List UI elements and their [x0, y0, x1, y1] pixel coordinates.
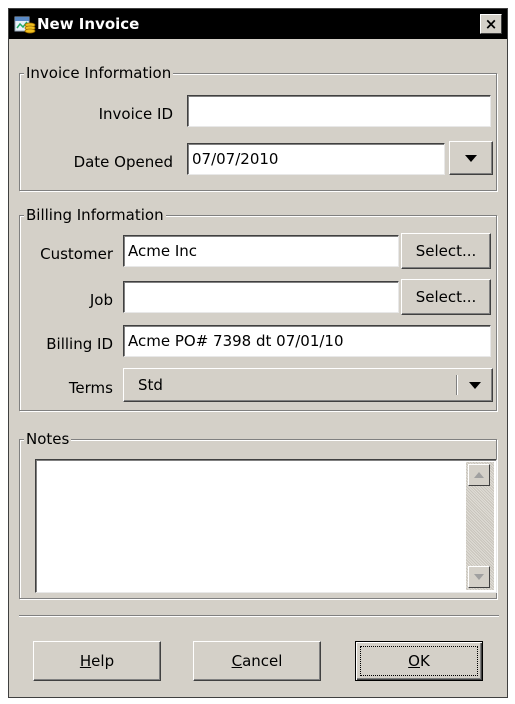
terms-value: Std — [138, 376, 163, 394]
help-mnemonic: H — [79, 652, 92, 670]
chevron-down-icon — [465, 155, 477, 162]
scroll-down-button[interactable] — [468, 566, 490, 588]
chevron-down-icon — [469, 382, 481, 389]
billing-id-field[interactable]: Acme PO# 7398 dt 07/01/10 — [123, 325, 491, 357]
help-button[interactable]: Help — [33, 641, 161, 681]
cancel-label: ancel — [242, 652, 283, 670]
notes-textarea[interactable] — [35, 459, 497, 593]
job-field[interactable] — [123, 281, 399, 313]
cancel-mnemonic: C — [231, 652, 243, 670]
invoice-id-label: Invoice ID — [98, 105, 173, 123]
customer-select-label: Select... — [415, 242, 477, 260]
invoice-information-legend: Invoice Information — [24, 64, 174, 82]
scroll-up-icon — [474, 472, 484, 478]
customer-select-button[interactable]: Select... — [401, 233, 491, 269]
customer-field[interactable]: Acme Inc — [123, 235, 399, 267]
help-label: elp — [91, 652, 115, 670]
invoice-id-field[interactable] — [187, 95, 491, 127]
date-picker-button[interactable] — [449, 141, 493, 175]
terms-dropdown[interactable]: Std — [123, 368, 493, 402]
window-title: New Invoice — [37, 15, 140, 33]
customer-label: Customer — [40, 245, 113, 263]
scroll-up-button[interactable] — [468, 464, 490, 486]
date-opened-field[interactable]: 07/07/2010 — [187, 143, 445, 175]
close-icon: × — [484, 15, 498, 33]
job-select-button[interactable]: Select... — [401, 279, 491, 315]
ok-button[interactable]: OK — [355, 641, 483, 681]
cancel-button[interactable]: Cancel — [193, 641, 321, 681]
terms-dropdown-arrow[interactable] — [458, 369, 492, 401]
ok-focus-rect — [360, 646, 478, 676]
close-button[interactable]: × — [480, 14, 502, 34]
job-select-label: Select... — [415, 288, 477, 306]
billing-id-label: Billing ID — [46, 335, 113, 353]
notes-legend: Notes — [24, 430, 72, 448]
billing-information-legend: Billing Information — [24, 206, 166, 224]
invoice-app-icon — [14, 15, 36, 35]
date-opened-label: Date Opened — [73, 153, 173, 171]
notes-scrollbar[interactable] — [466, 462, 494, 590]
title-bar: New Invoice × — [9, 9, 507, 39]
new-invoice-dialog: New Invoice × Invoice Information Invoic… — [8, 8, 508, 698]
scroll-down-icon — [474, 574, 484, 580]
footer-separator — [19, 615, 499, 617]
terms-label: Terms — [68, 379, 113, 397]
job-label: Job — [89, 291, 113, 309]
